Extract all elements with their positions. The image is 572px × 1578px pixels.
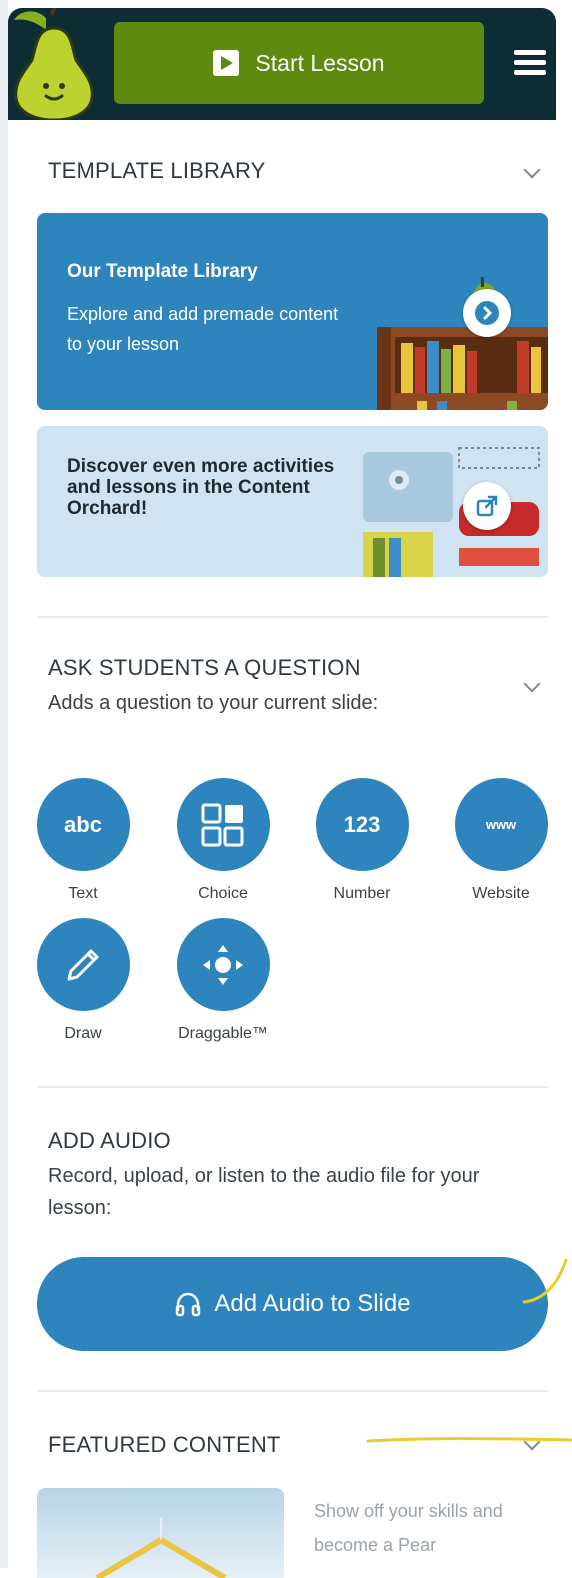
question-type-label: Website [472, 885, 530, 902]
featured-content-thumbnail[interactable] [37, 1488, 284, 1578]
start-lesson-button[interactable]: Start Lesson [114, 22, 484, 104]
add-audio-description: Record, upload, or listen to the audio f… [48, 1165, 480, 1219]
chevron-right-icon[interactable] [463, 289, 511, 337]
school-supplies-illustration-icon [363, 447, 540, 577]
template-library-card-description: Explore and add premade content to your … [67, 304, 339, 354]
ask-question-title: ASK STUDENTS A QUESTION [48, 655, 361, 680]
divider [37, 1390, 548, 1392]
pencil-icon [36, 918, 130, 1011]
ask-question-subtitle: Adds a question to your current slide: [48, 692, 379, 714]
question-type-website[interactable]: www Website [451, 778, 551, 903]
question-type-draggable[interactable]: Draggable™ [173, 918, 273, 1043]
pear-logo-icon [14, 8, 94, 120]
text-icon: abc [36, 778, 130, 871]
draggable-icon [176, 918, 270, 1011]
headphones-icon [176, 1292, 201, 1317]
add-audio-button[interactable]: Add Audio to Slide [37, 1257, 548, 1351]
template-library-title: TEMPLATE LIBRARY [48, 158, 266, 183]
divider [37, 616, 548, 618]
question-type-choice[interactable]: Choice [173, 778, 273, 903]
chevron-down-icon[interactable] [523, 161, 541, 179]
bookshelf-illustration-icon [377, 277, 548, 410]
question-type-label: Choice [198, 885, 248, 902]
question-type-label: Number [333, 885, 391, 902]
featured-content-title: FEATURED CONTENT [48, 1432, 281, 1457]
add-audio-title: ADD AUDIO [48, 1128, 171, 1153]
play-icon [213, 50, 240, 76]
left-rail [0, 0, 8, 1568]
question-type-number[interactable]: 123 Number [312, 778, 412, 903]
divider [37, 1086, 548, 1088]
content-orchard-text: Discover even more activities and lesson… [67, 456, 335, 519]
chevron-down-icon[interactable] [523, 675, 541, 693]
featured-content-teaser: Show off your skills and become a Pear [314, 1501, 503, 1555]
hamburger-menu-icon[interactable] [514, 50, 546, 76]
chevron-down-icon[interactable] [523, 1433, 541, 1451]
question-type-draw[interactable]: Draw [33, 918, 133, 1043]
template-library-card-title: Our Template Library [67, 261, 258, 282]
external-link-icon[interactable] [463, 482, 511, 530]
website-icon: www [454, 778, 548, 871]
side-panel: Start Lesson TEMPLATE LIBRARY Our Templa… [0, 0, 572, 1578]
content-orchard-card[interactable]: Discover even more activities and lesson… [37, 426, 548, 577]
add-audio-button-label: Add Audio to Slide [214, 1290, 411, 1317]
template-library-card[interactable]: Our Template Library Explore and add pre… [37, 213, 548, 410]
question-type-text[interactable]: abc Text [33, 778, 133, 903]
question-type-label: Draggable™ [178, 1025, 268, 1042]
number-icon: 123 [315, 778, 409, 871]
question-type-label: Draw [64, 1025, 102, 1042]
start-lesson-label: Start Lesson [255, 49, 385, 76]
choice-icon [176, 778, 270, 871]
question-type-label: Text [68, 885, 98, 902]
